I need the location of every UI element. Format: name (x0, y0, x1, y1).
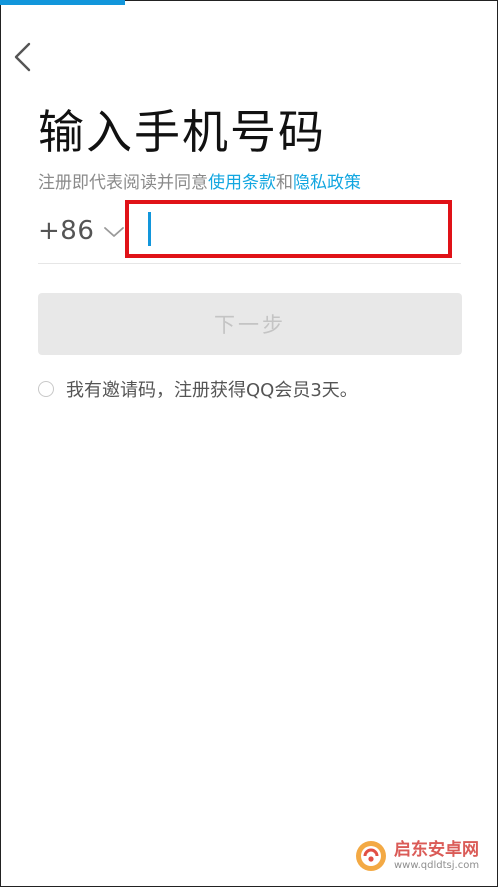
back-button[interactable] (10, 40, 40, 74)
agreement-prefix: 注册即代表阅读并同意 (38, 173, 208, 193)
page-title: 输入手机号码 (38, 105, 326, 159)
invite-code-option[interactable]: 我有邀请码，注册获得QQ会员3天。 (38, 377, 358, 401)
watermark-url: www.qdldtsj.com (394, 859, 480, 871)
invite-radio[interactable] (38, 381, 54, 397)
terms-link[interactable]: 使用条款 (208, 173, 276, 193)
progress-bar (0, 0, 500, 5)
privacy-link[interactable]: 隐私政策 (293, 173, 361, 193)
watermark: 启东安卓网 www.qdldtsj.com (354, 833, 482, 879)
progress-bar-fill (0, 0, 125, 5)
next-button[interactable]: 下一步 (38, 293, 462, 355)
text-cursor (148, 212, 151, 246)
phone-input[interactable] (129, 204, 448, 254)
agreement-and: 和 (276, 173, 293, 193)
watermark-logo-icon (356, 841, 386, 871)
country-code: +86 (38, 216, 95, 246)
agreement-text: 注册即代表阅读并同意使用条款和隐私政策 (38, 171, 361, 195)
watermark-title: 启东安卓网 (394, 840, 479, 861)
phone-input-highlight (125, 200, 452, 258)
chevron-down-icon (104, 227, 125, 237)
chevron-left-icon (14, 42, 31, 72)
input-divider (38, 263, 461, 264)
country-code-selector[interactable]: +86 (38, 210, 125, 252)
invite-text: 我有邀请码，注册获得QQ会员3天。 (66, 380, 358, 401)
